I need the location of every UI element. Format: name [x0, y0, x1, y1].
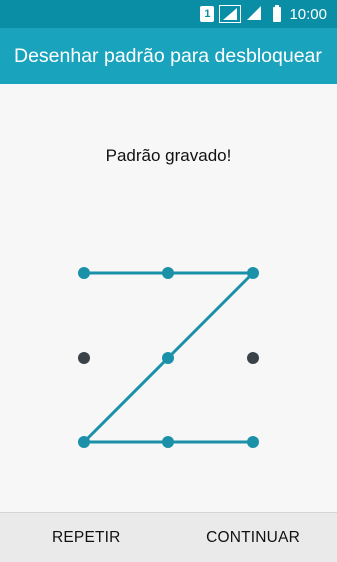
pattern-dot-1-3[interactable] — [247, 267, 259, 279]
clock: 10:00 — [289, 5, 327, 23]
bottom-action-bar: REPETIR CONTINUAR — [0, 512, 337, 562]
sim-1-icon: 1 — [200, 6, 215, 22]
pattern-dot-3-1[interactable] — [78, 436, 90, 448]
signal-icon — [219, 5, 242, 23]
pattern-grid[interactable] — [0, 84, 337, 512]
pattern-dot-1-1[interactable] — [78, 267, 90, 279]
pattern-screen: Padrão gravado! — [0, 84, 337, 512]
pattern-dot-2-3[interactable] — [247, 352, 259, 364]
battery-icon — [273, 4, 282, 22]
status-bar: 1 10:00 — [0, 0, 337, 28]
pattern-dot-2-1[interactable] — [78, 352, 90, 364]
pattern-dot-1-2[interactable] — [162, 267, 174, 279]
continue-button[interactable]: CONTINUAR — [206, 513, 337, 562]
pattern-dot-2-2[interactable] — [162, 352, 174, 364]
repeat-button[interactable]: REPETIR — [0, 513, 121, 562]
signal-icon — [246, 5, 268, 23]
page-title: Desenhar padrão para desbloquear — [14, 44, 322, 67]
app-bar: Desenhar padrão para desbloquear — [0, 28, 337, 84]
pattern-dot-3-2[interactable] — [162, 436, 174, 448]
pattern-dot-3-3[interactable] — [247, 436, 259, 448]
